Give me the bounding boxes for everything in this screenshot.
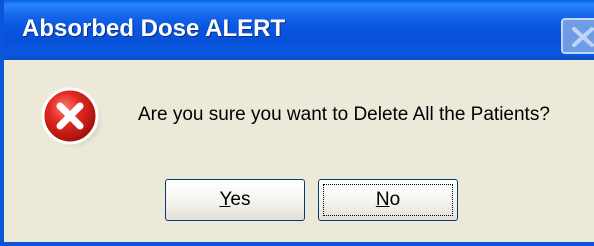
yes-label-rest: es: [230, 189, 251, 210]
yes-button-label: Yes: [219, 189, 250, 210]
error-icon: [39, 85, 104, 149]
close-button[interactable]: [561, 18, 594, 54]
close-icon: [572, 27, 594, 47]
window-title: Absorbed Dose ALERT: [22, 15, 286, 42]
yes-button[interactable]: Yes: [165, 179, 305, 221]
no-button[interactable]: No: [318, 179, 458, 221]
no-label-rest: o: [389, 189, 401, 210]
no-accelerator: N: [375, 189, 390, 210]
title-bar[interactable]: Absorbed Dose ALERT: [4, 0, 594, 60]
yes-accelerator: Y: [219, 189, 231, 210]
alert-dialog: Absorbed Dose ALERT Are you sure you wan…: [0, 0, 594, 246]
alert-message: Are you sure you want to Delete All the …: [138, 104, 550, 125]
no-button-label: No: [376, 189, 400, 210]
